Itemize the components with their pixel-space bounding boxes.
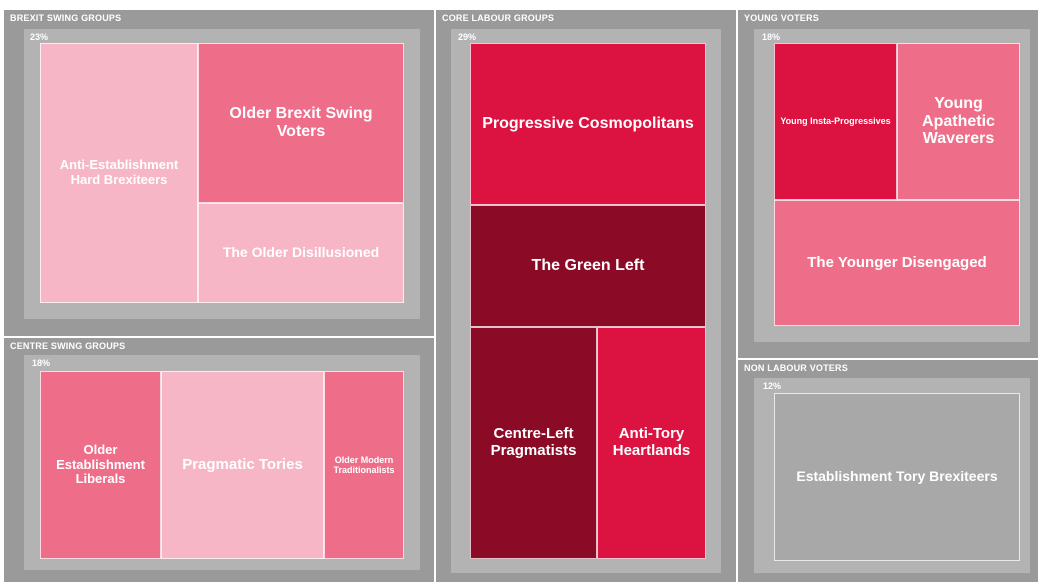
group-percent-young-voters: 18% bbox=[762, 32, 781, 42]
segment-label: The Younger Disengaged bbox=[807, 253, 987, 271]
segment-label: Young Apathetic Waverers bbox=[922, 94, 995, 148]
group-title-young-voters: YOUNG VOTERS bbox=[744, 13, 819, 23]
segment-label: Anti-Tory Heartlands bbox=[612, 425, 691, 459]
segment-young-insta-progressives: Young Insta-Progressives bbox=[774, 43, 897, 200]
group-percent-centre-swing: 18% bbox=[32, 358, 51, 368]
segment-anti-establishment-hard-brexiteers: Anti-Establishment Hard Brexiteers bbox=[40, 43, 198, 303]
segment-establishment-tory-brexiteers: Establishment Tory Brexiteers bbox=[774, 393, 1020, 561]
group-percent-core-labour: 29% bbox=[458, 32, 477, 42]
segment-centre-left-pragmatists: Centre-Left Pragmatists bbox=[470, 327, 597, 559]
group-percent-non-labour: 12% bbox=[763, 381, 782, 391]
segment-the-older-disillusioned: The Older Disillusioned bbox=[198, 203, 404, 303]
segment-label: Centre-Left Pragmatists bbox=[490, 425, 577, 459]
segment-older-modern-traditionalists: Older Modern Traditionalists bbox=[324, 371, 404, 559]
segment-label: Anti-Establishment Hard Brexiteers bbox=[59, 157, 179, 187]
segment-label: Progressive Cosmopolitans bbox=[482, 115, 694, 133]
segment-label: Establishment Tory Brexiteers bbox=[796, 468, 998, 485]
group-title-brexit-swing: BREXIT SWING GROUPS bbox=[10, 13, 122, 23]
segment-label: Older Brexit Swing Voters bbox=[229, 105, 373, 140]
segment-anti-tory-heartlands: Anti-Tory Heartlands bbox=[597, 327, 706, 559]
group-percent-brexit-swing: 23% bbox=[30, 32, 49, 42]
group-title-centre-swing: CENTRE SWING GROUPS bbox=[10, 341, 126, 351]
group-title-core-labour: CORE LABOUR GROUPS bbox=[442, 13, 555, 23]
segment-label: Pragmatic Tories bbox=[182, 455, 303, 473]
segment-label: Older Establishment Liberals bbox=[56, 442, 145, 487]
segment-label: The Green Left bbox=[531, 257, 645, 275]
segment-progressive-cosmopolitans: Progressive Cosmopolitans bbox=[470, 43, 706, 205]
segment-the-green-left: The Green Left bbox=[470, 205, 706, 327]
segment-older-brexit-swing-voters: Older Brexit Swing Voters bbox=[198, 43, 404, 203]
segment-label: The Older Disillusioned bbox=[222, 244, 380, 261]
segment-the-younger-disengaged: The Younger Disengaged bbox=[774, 200, 1020, 326]
group-title-non-labour: NON LABOUR VOTERS bbox=[744, 363, 848, 373]
segment-label: Older Modern Traditionalists bbox=[333, 454, 395, 475]
segment-older-establishment-liberals: Older Establishment Liberals bbox=[40, 371, 161, 559]
segment-young-apathetic-waverers: Young Apathetic Waverers bbox=[897, 43, 1020, 200]
segment-pragmatic-tories: Pragmatic Tories bbox=[161, 371, 324, 559]
segment-label: Young Insta-Progressives bbox=[780, 116, 891, 127]
